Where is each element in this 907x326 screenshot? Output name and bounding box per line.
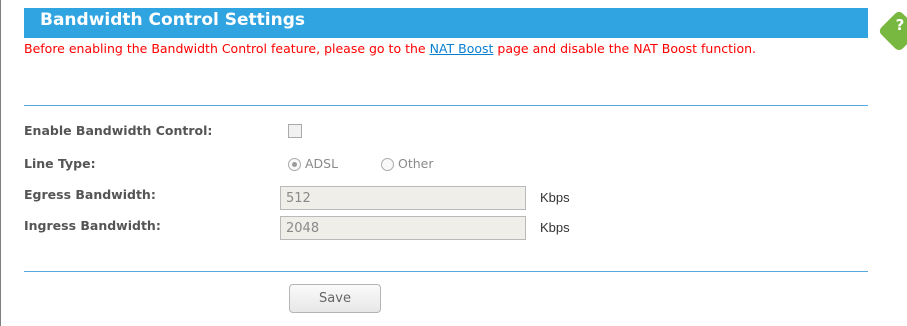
save-button[interactable]: Save [289,284,381,313]
enable-bandwidth-checkbox[interactable] [288,124,302,138]
divider-bottom [24,271,868,272]
nat-boost-link[interactable]: NAT Boost [430,41,494,56]
ingress-bandwidth-field[interactable]: 2048 [280,216,526,240]
section-header: Bandwidth Control Settings [24,8,868,38]
line-type-label: Line Type: [24,156,96,171]
divider-top [24,105,868,106]
help-icon-label: ? [895,16,905,34]
egress-unit: Kbps [540,190,570,205]
radio-adsl-label: ADSL [305,156,339,171]
enable-bandwidth-label: Enable Bandwidth Control: [24,123,213,138]
egress-bandwidth-field[interactable]: 512 [280,186,526,210]
radio-other-label: Other [398,156,434,171]
left-border [0,0,1,326]
radio-other[interactable] [381,158,394,171]
notice-text-after: page and disable the NAT Boost function. [493,41,757,56]
notice-text-before: Before enabling the Bandwidth Control fe… [24,41,430,56]
page-title: Bandwidth Control Settings [40,10,305,30]
notice-text: Before enabling the Bandwidth Control fe… [24,41,854,57]
egress-bandwidth-label: Egress Bandwidth: [24,187,156,202]
radio-adsl[interactable] [288,158,301,171]
ingress-bandwidth-label: Ingress Bandwidth: [24,218,161,233]
ingress-unit: Kbps [540,220,570,235]
